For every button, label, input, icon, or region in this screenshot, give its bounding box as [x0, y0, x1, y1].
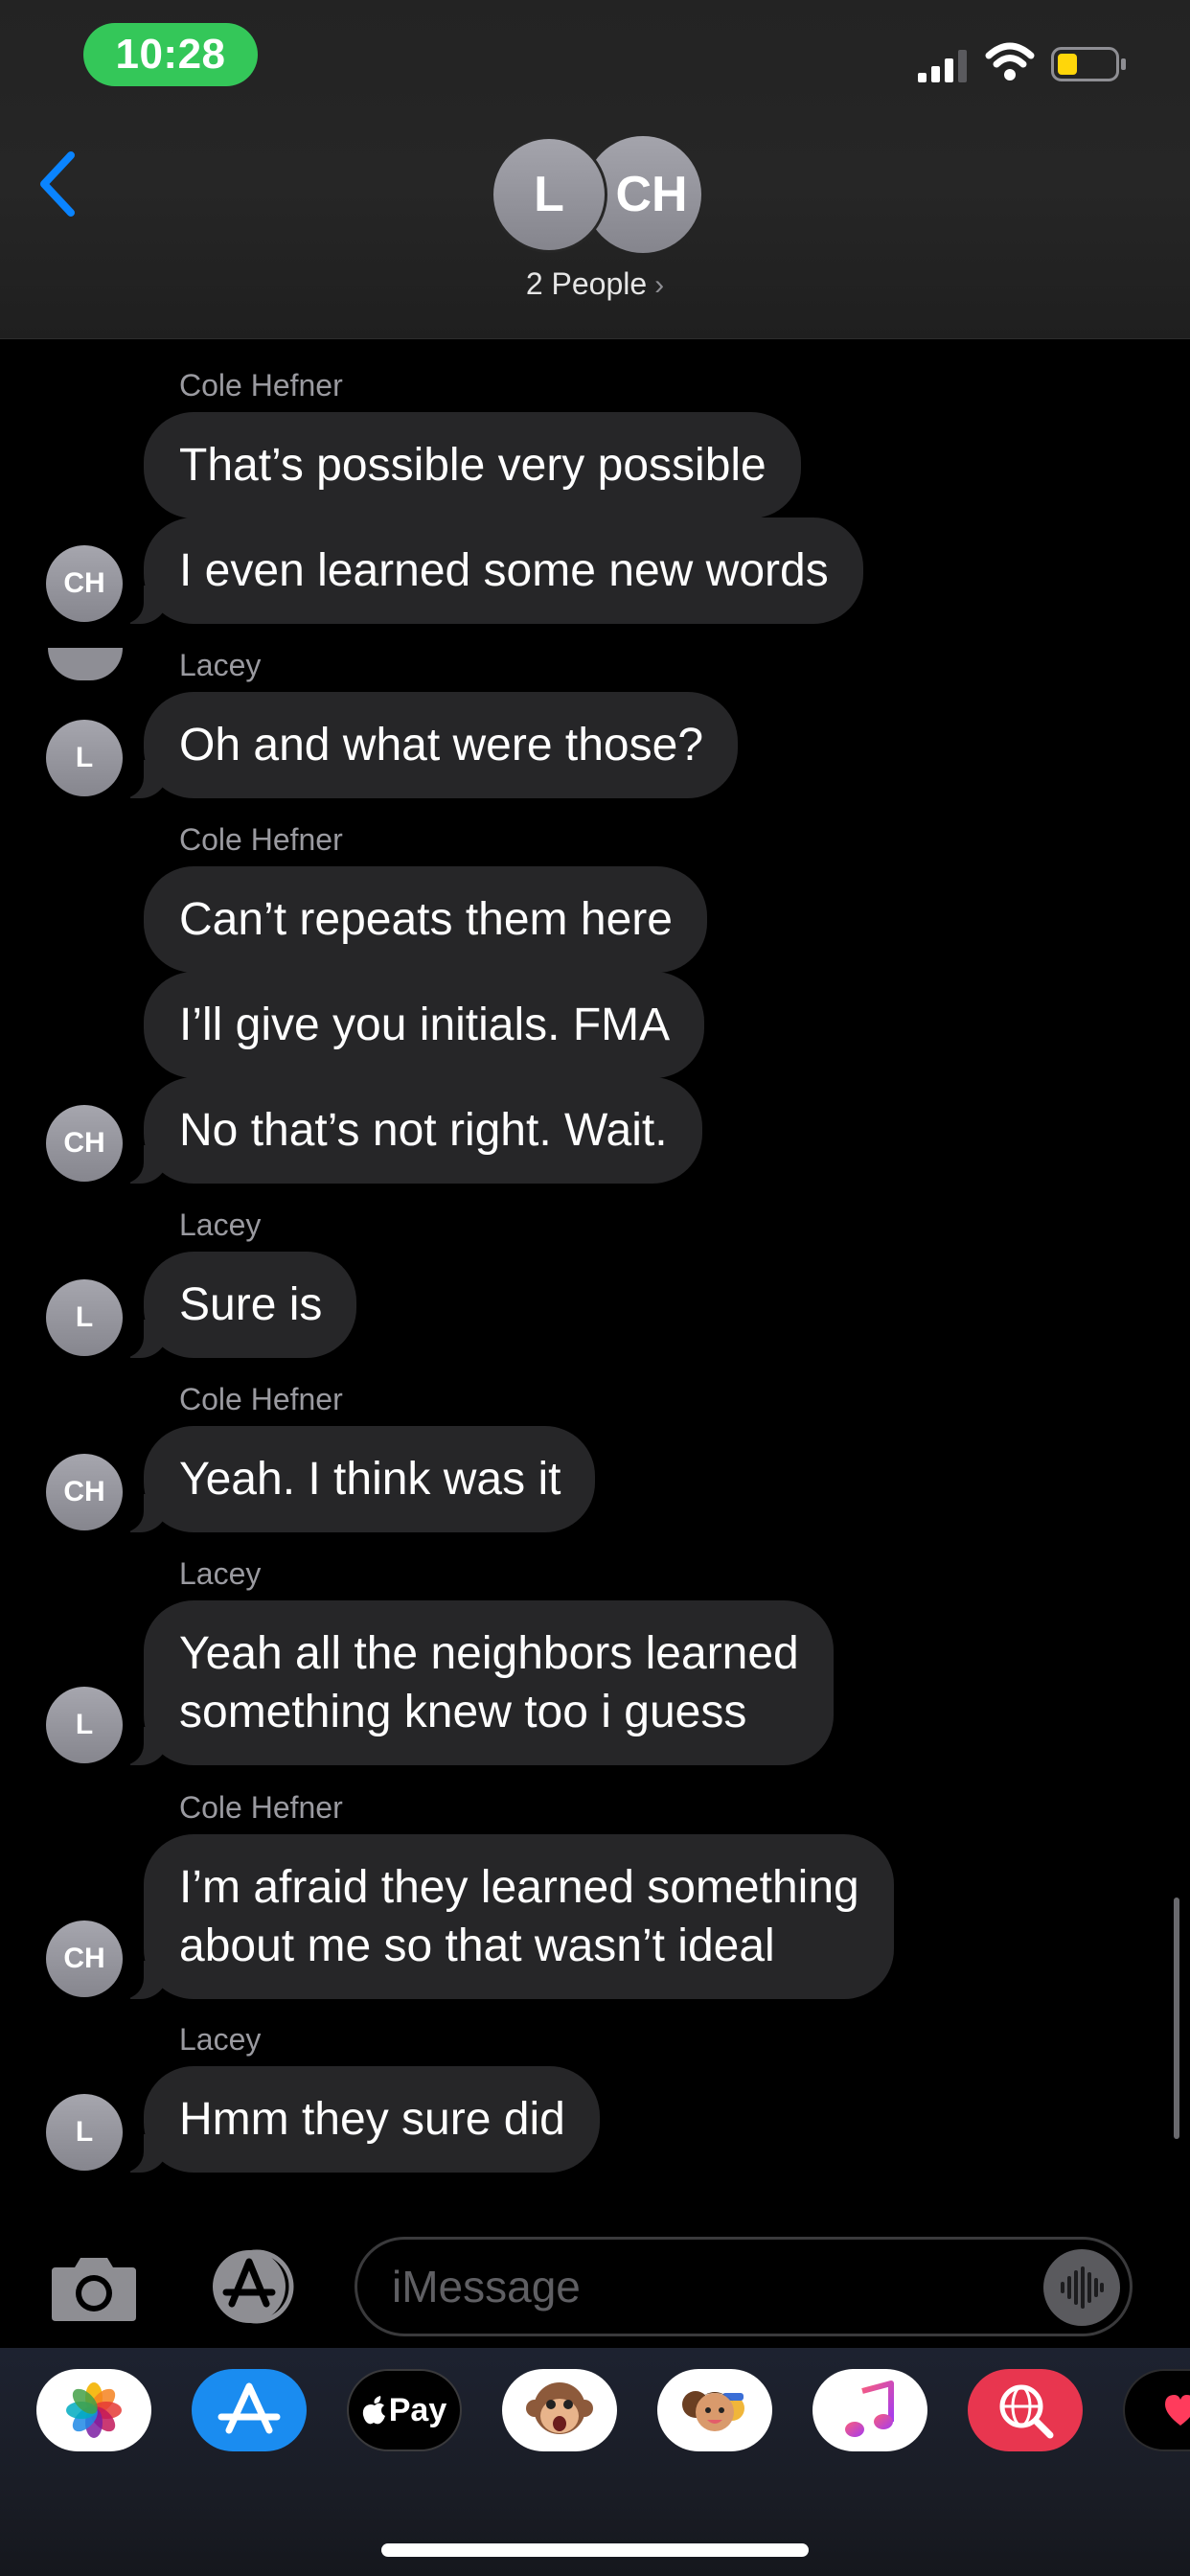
wifi-icon — [985, 42, 1035, 80]
apple-logo-icon — [362, 2396, 385, 2425]
apple-pay-icon: Pay — [362, 2392, 446, 2429]
message-bubble[interactable]: Hmm they sure did — [115, 2066, 600, 2173]
message-bubble[interactable]: Oh and what were those? — [114, 692, 739, 798]
memoji-icon — [682, 2391, 744, 2431]
avatar[interactable]: L — [46, 720, 123, 796]
home-indicator[interactable] — [381, 2543, 809, 2557]
avatar[interactable]: CH — [46, 545, 123, 622]
message-thread[interactable]: Cole Hefner That’s possible very possibl… — [0, 339, 1190, 2218]
scroll-indicator[interactable] — [1174, 1898, 1179, 2139]
avatar[interactable]: CH — [46, 1920, 123, 1997]
memoji-app-button[interactable] — [657, 2369, 772, 2451]
sender-name: Cole Hefner — [179, 1790, 343, 1825]
app-store-icon — [213, 2249, 294, 2324]
app-store-icon — [217, 2382, 281, 2434]
message-bubble[interactable]: No that’s not right. Wait. — [115, 1077, 702, 1184]
music-note-icon — [845, 2380, 894, 2437]
photos-app-button[interactable] — [36, 2369, 151, 2451]
avatar[interactable]: L — [46, 1279, 123, 1356]
avatar-l: L — [491, 136, 607, 253]
sender-name: Lacey — [179, 1208, 262, 1242]
app-drawer: Pay — [0, 2348, 1190, 2576]
avatar-partial — [48, 648, 123, 680]
message-bubble[interactable]: Sure is — [114, 1252, 357, 1358]
group-details-link[interactable]: 2 People › — [0, 266, 1190, 302]
apps-button[interactable] — [201, 2248, 305, 2325]
sender-name: Lacey — [179, 2022, 262, 2057]
avatar[interactable]: CH — [46, 1105, 123, 1182]
message-input[interactable] — [392, 2240, 1043, 2334]
animoji-app-button[interactable] — [502, 2369, 617, 2451]
back-button[interactable] — [29, 146, 86, 222]
digital-touch-app-button[interactable] — [1123, 2369, 1190, 2451]
camera-button[interactable] — [48, 2252, 140, 2325]
imessage-field[interactable] — [355, 2237, 1133, 2336]
apple-pay-app-button[interactable]: Pay — [347, 2369, 462, 2451]
heart-icon — [1165, 2395, 1190, 2426]
message-bubble[interactable]: Yeah all the neighbors learned something… — [115, 1600, 834, 1765]
monkey-animoji-icon — [526, 2382, 593, 2434]
globe-search-icon — [999, 2384, 1054, 2439]
sender-name: Cole Hefner — [179, 1382, 343, 1416]
avatar[interactable]: L — [46, 1687, 123, 1763]
sender-name: Cole Hefner — [179, 368, 343, 402]
status-bar: 10:28 — [0, 0, 1190, 115]
avatar[interactable]: CH — [46, 1454, 123, 1530]
message-bubble[interactable]: Yeah. I think was it — [114, 1426, 596, 1532]
group-avatars[interactable]: CH L — [491, 136, 701, 255]
sender-name: Cole Hefner — [179, 822, 343, 857]
camera-icon — [52, 2258, 136, 2321]
message-bubble[interactable]: That’s possible very possible — [144, 412, 801, 518]
message-bubble[interactable]: I even learned some new words — [115, 518, 863, 624]
chevron-left-icon — [40, 151, 75, 217]
cellular-signal-icon — [918, 50, 967, 82]
chevron-right-icon: › — [654, 269, 665, 301]
sender-name: Lacey — [179, 648, 262, 682]
avatar[interactable]: L — [46, 2094, 123, 2171]
app-store-app-button[interactable] — [192, 2369, 307, 2451]
people-count-label: 2 People — [525, 266, 648, 301]
battery-low-power-icon — [1051, 47, 1126, 81]
message-bubble[interactable]: I’m afraid they learned something about … — [115, 1834, 894, 1999]
photos-icon — [66, 2382, 122, 2438]
status-time[interactable]: 10:28 — [83, 23, 258, 86]
waveform-icon — [1061, 2266, 1104, 2309]
compose-bar — [0, 2218, 1190, 2348]
message-bubble[interactable]: Can’t repeats them here — [144, 866, 707, 973]
web-search-app-button[interactable] — [968, 2369, 1083, 2451]
music-app-button[interactable] — [812, 2369, 927, 2451]
message-bubble[interactable]: I’ll give you initials. FMA — [144, 972, 705, 1078]
audio-message-button[interactable] — [1043, 2249, 1120, 2326]
sender-name: Lacey — [179, 1556, 262, 1591]
